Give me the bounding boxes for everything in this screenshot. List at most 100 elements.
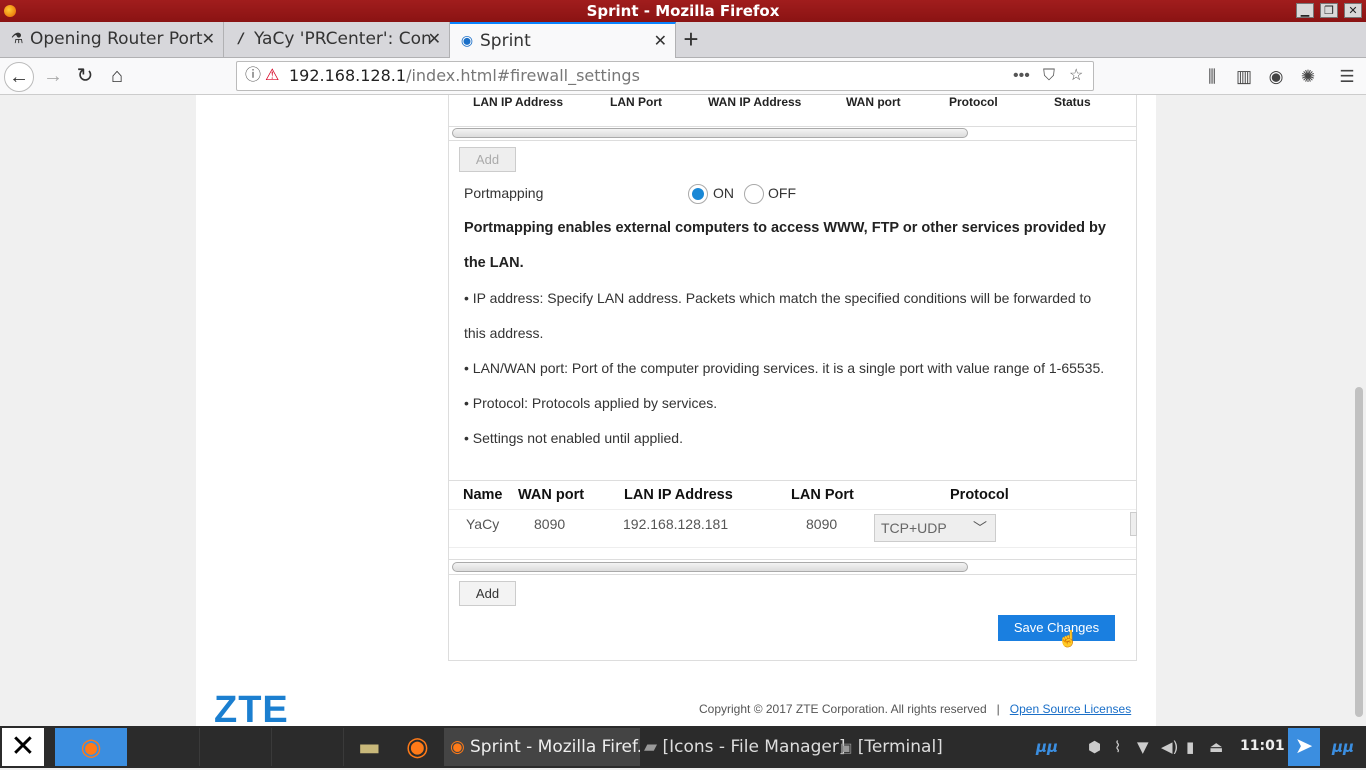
menu-icon[interactable]: ☰ xyxy=(1334,62,1360,92)
bullet-ip-address: • IP address: Specify LAN address. Packe… xyxy=(464,290,1092,306)
pocket-icon[interactable]: ⛉ xyxy=(1043,62,1055,90)
firefox-icon: ◉ xyxy=(450,737,465,757)
col-status: Status xyxy=(1054,95,1091,109)
save-changes-button[interactable]: Save Changes xyxy=(998,615,1115,641)
scrollbar-thumb[interactable] xyxy=(1355,387,1363,717)
col-name: Name xyxy=(463,487,503,503)
back-button[interactable]: ← xyxy=(4,62,34,92)
portmapping-off-radio[interactable] xyxy=(744,184,764,204)
horizontal-scrollbar[interactable] xyxy=(452,562,968,572)
bullet-settings: • Settings not enabled until applied. xyxy=(464,430,683,446)
col-wan-port: WAN port xyxy=(846,95,901,109)
divider xyxy=(449,547,1136,548)
footer-separator: | xyxy=(996,702,1000,716)
workspace-2[interactable] xyxy=(128,728,200,766)
folder-icon: ▰ xyxy=(644,737,658,757)
close-tab-icon[interactable]: ✕ xyxy=(654,24,667,58)
col-wan-ip: WAN IP Address xyxy=(708,95,802,109)
clock[interactable]: 11:01 xyxy=(1240,738,1285,754)
description-line: the LAN. xyxy=(464,255,524,271)
battery-icon[interactable]: ▮ xyxy=(1186,738,1194,756)
info-icon[interactable]: ⓘ xyxy=(245,62,261,90)
window-title: Sprint - Mozilla Firefox xyxy=(586,2,780,20)
zte-logo: ZTE xyxy=(214,689,289,726)
start-menu-icon[interactable]: ✕ xyxy=(2,728,44,766)
copyright-text: Copyright © 2017 ZTE Corporation. All ri… xyxy=(699,702,987,716)
workspace-3[interactable] xyxy=(200,728,272,766)
wifi-icon[interactable]: ▼ xyxy=(1137,738,1149,756)
cell-lan-ip: 192.168.128.181 xyxy=(623,516,729,532)
open-source-licenses-link[interactable]: Open Source Licenses xyxy=(1010,702,1131,716)
minimize-button[interactable]: ▁ xyxy=(1296,3,1314,18)
bullet-text: this address. xyxy=(464,325,544,341)
extension-icon[interactable]: ✺ xyxy=(1295,62,1321,92)
maximize-button[interactable]: ❐ xyxy=(1320,3,1338,18)
forward-button[interactable]: → xyxy=(38,62,68,92)
add-button-top[interactable]: Add xyxy=(459,147,516,172)
tab-opening-router-port[interactable]: ⚗ Opening Router Port ✕ xyxy=(0,22,224,58)
add-button-rules[interactable]: Add xyxy=(459,581,516,606)
taskbar-window-terminal[interactable]: ▣ [Terminal] xyxy=(840,726,943,768)
taskbar-window-file-manager[interactable]: ▰ [Icons - File Manager] xyxy=(644,726,845,768)
horizontal-scrollbar[interactable] xyxy=(452,128,968,138)
firefox-launcher-icon[interactable]: ◉ xyxy=(406,726,429,768)
yacy-icon: / xyxy=(238,31,244,47)
reload-button[interactable]: ↻ xyxy=(70,62,100,92)
divider xyxy=(449,559,1136,560)
sidebar-icon[interactable]: ▥ xyxy=(1231,62,1257,92)
network-monitor-icon[interactable]: μμ xyxy=(1332,738,1354,756)
tab-bar: ⚗ Opening Router Port ✕ / YaCy 'PRCenter… xyxy=(0,22,1366,58)
firewall-panel xyxy=(448,95,1137,661)
tab-label: Sprint xyxy=(480,31,531,51)
home-button[interactable]: ⌂ xyxy=(102,62,132,92)
col-lan-port: LAN Port xyxy=(610,95,662,109)
url-path: /index.html#firewall_settings xyxy=(406,66,640,85)
cell-lan-port: 8090 xyxy=(806,516,838,532)
hand-cursor-icon: ☝ xyxy=(1058,631,1078,648)
firefox-icon xyxy=(4,5,16,17)
account-icon[interactable]: ◉ xyxy=(1263,62,1289,92)
tab-sprint[interactable]: ◉ Sprint ✕ xyxy=(450,22,676,58)
on-label: ON xyxy=(713,185,734,201)
library-icon[interactable]: ⫼ xyxy=(1199,62,1225,92)
file-manager-launcher-icon[interactable]: ▬ xyxy=(358,726,381,768)
workspace-1-firefox[interactable]: ◉ xyxy=(55,728,127,766)
flask-icon: ⚗ xyxy=(10,31,24,47)
bookmark-star-icon[interactable]: ☆ xyxy=(1069,62,1083,90)
footer-copyright: Copyright © 2017 ZTE Corporation. All ri… xyxy=(699,702,1131,716)
col-protocol: Protocol xyxy=(949,95,998,109)
table-row xyxy=(449,509,1136,510)
paperclip-icon[interactable]: ⌇ xyxy=(1114,738,1121,756)
close-window-button[interactable]: ✕ xyxy=(1344,3,1362,18)
divider xyxy=(449,140,1136,141)
taskbar-window-firefox[interactable]: ◉ Sprint - Mozilla Firef... xyxy=(444,728,640,766)
url-host: 192.168.128.1 xyxy=(289,66,407,85)
pointer-tool-icon[interactable]: ➤ xyxy=(1288,728,1320,766)
eject-icon[interactable]: ⏏ xyxy=(1209,738,1223,756)
cell-name: YaCy xyxy=(466,516,500,532)
protocol-select[interactable]: TCP+UDP ﹀ xyxy=(874,514,996,542)
divider xyxy=(449,574,1136,575)
insecure-lock-icon[interactable]: ⚠ xyxy=(265,62,279,90)
package-icon[interactable]: ⬢ xyxy=(1088,738,1101,756)
taskbar-window-label: [Icons - File Manager] xyxy=(662,737,846,757)
close-tab-icon[interactable]: ✕ xyxy=(202,22,215,56)
network-monitor-icon[interactable]: μμ xyxy=(1036,738,1058,756)
url-bar[interactable]: ⓘ ⚠ 192.168.128.1/index.html#firewall_se… xyxy=(236,61,1094,91)
workspace-4[interactable] xyxy=(272,728,344,766)
taskbar-window-label: Sprint - Mozilla Firef... xyxy=(470,737,640,757)
portmapping-on-radio[interactable] xyxy=(688,184,708,204)
tab-label: YaCy 'PRCenter': Con xyxy=(254,29,432,49)
close-tab-icon[interactable]: ✕ xyxy=(428,22,441,56)
window-titlebar: Sprint - Mozilla Firefox ▁ ❐ ✕ xyxy=(0,0,1366,22)
tab-yacy[interactable]: / YaCy 'PRCenter': Con ✕ xyxy=(224,22,450,58)
vertical-scrollbar[interactable] xyxy=(1352,95,1366,726)
volume-icon[interactable]: ◀) xyxy=(1161,738,1178,756)
new-tab-button[interactable]: + xyxy=(678,22,704,58)
row-action-button[interactable] xyxy=(1130,512,1137,536)
url-text[interactable]: 192.168.128.1/index.html#firewall_settin… xyxy=(289,62,640,90)
col-protocol: Protocol xyxy=(950,487,1009,503)
bullet-text: LAN/WAN port: Port of the computer provi… xyxy=(472,360,1105,376)
page-actions-icon[interactable]: ••• xyxy=(1013,62,1030,90)
cell-wan-port: 8090 xyxy=(534,516,566,532)
